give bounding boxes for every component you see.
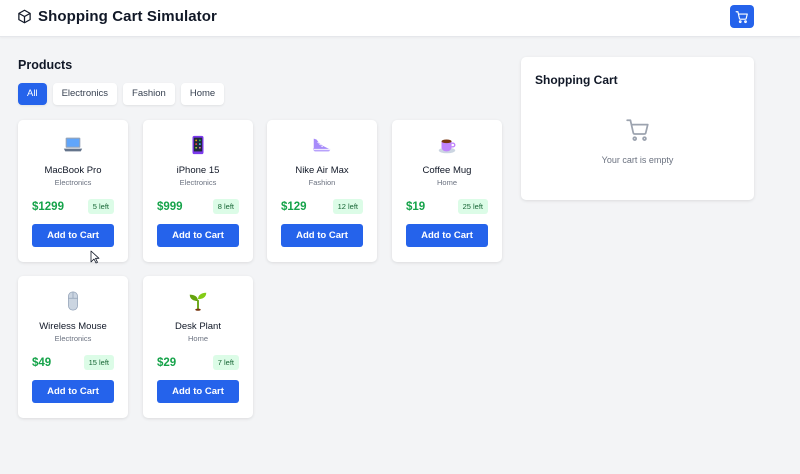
product-card: Nike Air Max Fashion $129 12 left Add to… (267, 120, 377, 262)
app-title: Shopping Cart Simulator (38, 8, 217, 25)
filter-home[interactable]: Home (180, 83, 225, 105)
add-to-cart-button[interactable]: Add to Cart (157, 380, 239, 403)
stock-badge: 15 left (83, 355, 114, 370)
product-category: Electronics (54, 334, 92, 343)
mouse-pointer-icon (90, 250, 100, 264)
app-header: Shopping Cart Simulator (0, 0, 800, 37)
product-card: Desk Plant Home $29 7 left Add to Cart (143, 276, 253, 418)
product-card: iPhone 15 Electronics $999 8 left Add to… (143, 120, 253, 262)
add-to-cart-button[interactable]: Add to Cart (32, 380, 114, 403)
product-card: Coffee Mug Home $19 25 left Add to Cart (392, 120, 502, 262)
product-category: Home (187, 334, 208, 343)
shopping-cart-icon (735, 10, 748, 23)
product-price: $129 (281, 201, 307, 213)
shopping-cart-panel: Shopping Cart Your cart is empty (521, 57, 754, 200)
product-category: Home (436, 178, 457, 187)
product-name: Nike Air Max (295, 165, 349, 176)
stock-badge: 25 left (457, 199, 488, 214)
product-name: MacBook Pro (44, 165, 102, 176)
shopping-cart-icon (626, 119, 649, 141)
product-card: MacBook Pro Electronics $1299 5 left Add… (18, 120, 128, 262)
filter-electronics[interactable]: Electronics (52, 83, 118, 105)
sneaker-icon (267, 134, 377, 158)
category-filters: All Electronics Fashion Home (18, 83, 225, 105)
product-price: $29 (157, 357, 177, 369)
filter-fashion[interactable]: Fashion (123, 83, 175, 105)
product-category: Electronics (179, 178, 217, 187)
product-price: $49 (32, 357, 52, 369)
stock-badge: 7 left (212, 355, 239, 370)
mouse-icon (18, 290, 128, 314)
product-name: Wireless Mouse (39, 321, 107, 332)
product-price: $19 (406, 201, 426, 213)
mobile-phone-icon (143, 134, 253, 158)
brand: Shopping Cart Simulator (17, 8, 217, 25)
filter-all[interactable]: All (18, 83, 47, 105)
coffee-mug-icon (392, 134, 502, 158)
product-card: Wireless Mouse Electronics $49 15 left A… (18, 276, 128, 418)
cart-title: Shopping Cart (535, 73, 618, 87)
product-category: Fashion (308, 178, 336, 187)
cart-empty-message: Your cart is empty (601, 155, 674, 165)
stock-badge: 12 left (332, 199, 363, 214)
product-name: Coffee Mug (422, 165, 472, 176)
package-icon (17, 9, 32, 24)
add-to-cart-button[interactable]: Add to Cart (406, 224, 488, 247)
laptop-icon (18, 134, 128, 158)
product-category: Electronics (54, 178, 92, 187)
add-to-cart-button[interactable]: Add to Cart (281, 224, 363, 247)
stock-badge: 8 left (212, 199, 239, 214)
add-to-cart-button[interactable]: Add to Cart (32, 224, 114, 247)
seedling-icon (143, 290, 253, 314)
product-name: iPhone 15 (176, 165, 220, 176)
cart-button[interactable] (730, 5, 754, 28)
stock-badge: 5 left (87, 199, 114, 214)
add-to-cart-button[interactable]: Add to Cart (157, 224, 239, 247)
product-name: Desk Plant (175, 321, 221, 332)
products-heading: Products (18, 58, 73, 72)
product-price: $999 (157, 201, 183, 213)
product-price: $1299 (32, 201, 64, 213)
